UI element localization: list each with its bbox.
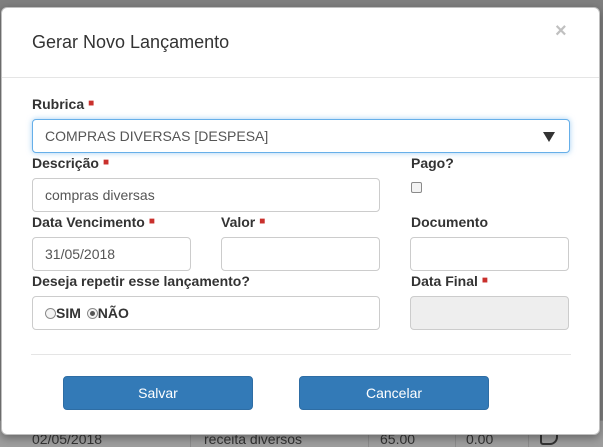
- radio-nao[interactable]: [86, 308, 98, 319]
- valor-input[interactable]: [221, 237, 380, 271]
- radio-sim[interactable]: [45, 308, 56, 319]
- documento-input[interactable]: [410, 237, 569, 271]
- repetir-label: Deseja repetir esse lançamento?: [32, 273, 250, 289]
- data-vencimento-input[interactable]: 31/05/2018: [32, 237, 191, 271]
- chevron-down-icon[interactable]: [543, 132, 555, 142]
- close-icon[interactable]: ×: [555, 21, 567, 41]
- data-final-input: [410, 296, 569, 330]
- footer-divider: [31, 354, 571, 355]
- repetir-field: SIM NÃO: [32, 296, 380, 330]
- radio-nao-label: NÃO: [97, 305, 129, 321]
- pago-checkbox[interactable]: [411, 182, 422, 193]
- required-marker: ■: [102, 157, 109, 168]
- required-marker: ■: [88, 98, 95, 109]
- radio-sim-label: SIM: [56, 305, 81, 321]
- required-marker: ■: [148, 216, 155, 227]
- rubrica-label: Rubrica ■: [32, 96, 95, 112]
- new-entry-modal: Gerar Novo Lançamento × Rubrica ■ COMPRAS…: [1, 7, 600, 435]
- rubrica-select[interactable]: COMPRAS DIVERSAS [DESPESA]: [32, 119, 570, 153]
- pago-label: Pago?: [411, 155, 454, 171]
- repetir-options: SIM NÃO: [45, 297, 129, 329]
- valor-label: Valor ■: [221, 214, 266, 230]
- required-marker: ■: [259, 216, 266, 227]
- header-divider: [2, 77, 599, 78]
- save-button[interactable]: Salvar: [63, 376, 253, 410]
- required-marker: ■: [481, 275, 488, 286]
- data-final-label: Data Final ■: [411, 273, 488, 289]
- data-vencimento-label: Data Vencimento ■: [32, 214, 155, 230]
- modal-title: Gerar Novo Lançamento: [32, 32, 230, 52]
- documento-label: Documento: [411, 214, 488, 230]
- rubrica-value: COMPRAS DIVERSAS [DESPESA]: [45, 128, 269, 144]
- descricao-input[interactable]: compras diversas: [32, 178, 380, 212]
- descricao-label: Descrição ■: [32, 155, 109, 171]
- cancel-button[interactable]: Cancelar: [299, 376, 489, 410]
